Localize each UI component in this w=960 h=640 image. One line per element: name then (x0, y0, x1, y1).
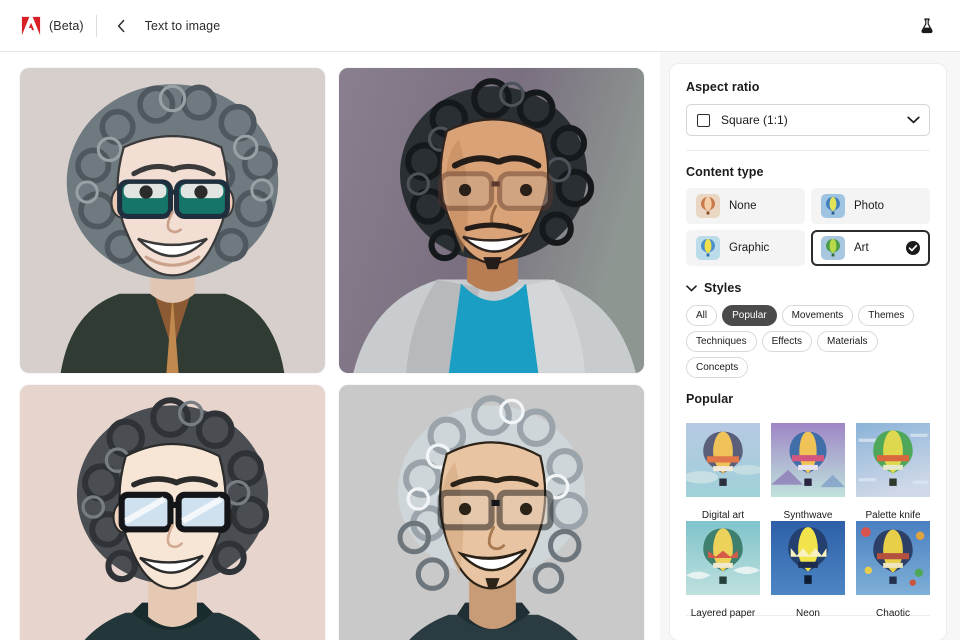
style-chaotic[interactable]: Chaotic (856, 513, 930, 619)
square-icon (697, 113, 710, 127)
style-label: Neon (796, 608, 820, 619)
app-body: Aspect ratio Square (1:1) Content type N… (0, 52, 960, 640)
generated-image-4[interactable] (339, 385, 644, 640)
style-filter-concepts[interactable]: Concepts (686, 357, 749, 378)
beaker-icon[interactable] (912, 11, 942, 41)
style-label: Layered paper (690, 608, 756, 619)
content-type-label: None (729, 200, 757, 212)
balloon-none-icon (696, 194, 720, 218)
generated-image-1[interactable] (20, 68, 325, 373)
content-type-art[interactable]: Art (811, 230, 930, 266)
style-palette-knife[interactable]: Palette knife (856, 415, 930, 521)
style-thumbnail (686, 415, 760, 505)
style-thumbnail (771, 513, 845, 603)
app-header: (Beta) Text to image (0, 0, 960, 52)
content-type-photo[interactable]: Photo (811, 188, 930, 224)
balloon-photo-icon (821, 194, 845, 218)
settings-panel-column: Aspect ratio Square (1:1) Content type N… (660, 52, 960, 640)
popular-styles-grid: Digital art Synthwave Palette knife Laye… (686, 415, 930, 619)
style-filter-materials[interactable]: Materials (816, 331, 878, 352)
aspect-ratio-select[interactable]: Square (1:1) (686, 104, 930, 136)
style-layered-paper[interactable]: Layered paper (686, 513, 760, 619)
style-filter-techniques[interactable]: Techniques (686, 331, 757, 352)
balloon-graphic-icon (696, 236, 720, 260)
content-type-label: Art (854, 242, 869, 254)
generated-image-grid (20, 68, 646, 640)
chevron-down-icon (907, 116, 920, 124)
aspect-ratio-value: Square (1:1) (721, 113, 788, 127)
popular-styles-title: Popular (686, 392, 734, 406)
style-filter-all[interactable]: All (686, 305, 718, 326)
content-type-label: Graphic (729, 242, 770, 254)
chevron-left-icon[interactable] (111, 15, 133, 37)
generated-image-2[interactable] (339, 68, 644, 373)
style-filter-popular[interactable]: Popular (722, 305, 777, 326)
generated-image-3[interactable] (20, 385, 325, 640)
style-synthwave[interactable]: Synthwave (771, 415, 845, 521)
adobe-logo (20, 16, 42, 36)
aspect-ratio-title: Aspect ratio (686, 80, 760, 94)
brand-area[interactable]: (Beta) (20, 16, 84, 36)
page-title: Text to image (144, 18, 221, 33)
style-filter-effects[interactable]: Effects (761, 331, 812, 352)
header-divider (95, 14, 97, 37)
style-thumbnail (686, 513, 760, 603)
content-type-title: Content type (686, 165, 764, 179)
style-thumbnail (771, 415, 845, 505)
results-canvas (0, 52, 660, 640)
styles-section-header[interactable]: Styles (686, 281, 930, 295)
content-type-grid: None Photo Graphic Art (686, 188, 930, 266)
style-filter-chips: All Popular Movements Themes Techniques … (686, 305, 930, 378)
style-thumbnail (856, 513, 930, 603)
style-thumbnail (856, 415, 930, 505)
content-type-graphic[interactable]: Graphic (686, 230, 805, 266)
content-type-label: Photo (854, 200, 885, 212)
style-label: Chaotic (876, 608, 910, 619)
panel-divider-1 (686, 150, 930, 151)
style-neon[interactable]: Neon (771, 513, 845, 619)
content-type-none[interactable]: None (686, 188, 805, 224)
beta-label: (Beta) (49, 18, 84, 33)
styles-title: Styles (704, 281, 742, 295)
balloon-art-icon (821, 236, 845, 260)
check-circle-icon (906, 241, 920, 255)
chevron-down-icon (686, 284, 697, 292)
style-filter-movements[interactable]: Movements (781, 305, 854, 326)
header-actions (912, 11, 942, 41)
settings-panel: Aspect ratio Square (1:1) Content type N… (670, 64, 946, 640)
style-digital-art[interactable]: Digital art (686, 415, 760, 521)
style-filter-themes[interactable]: Themes (858, 305, 915, 326)
